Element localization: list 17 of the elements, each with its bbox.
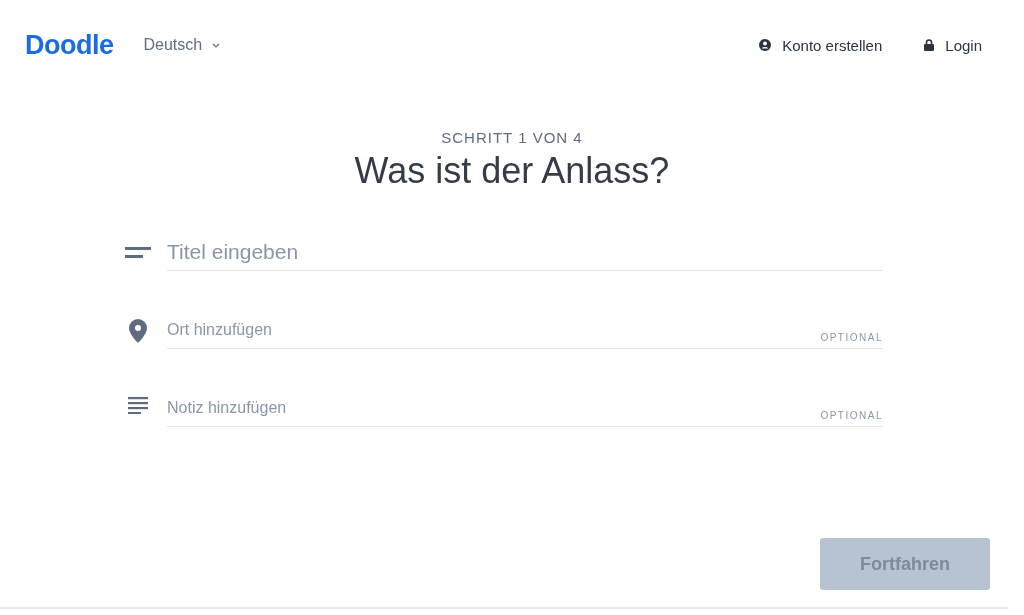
step-label: SCHRITT 1 VON 4 <box>441 129 583 146</box>
login-link[interactable]: Login <box>924 36 982 54</box>
optional-label: OPTIONAL <box>820 332 883 343</box>
account-icon <box>759 39 772 51</box>
location-field[interactable]: Ort hinzufügen <box>167 313 821 348</box>
optional-label: OPTIONAL <box>820 410 883 421</box>
text-lines-icon <box>128 397 148 414</box>
logo[interactable]: Doodle <box>25 29 114 61</box>
page-heading: Was ist der Anlass? <box>354 150 670 192</box>
lock-icon <box>924 39 935 51</box>
short-lines-icon <box>125 246 151 259</box>
create-account-link[interactable]: Konto erstellen <box>759 36 883 54</box>
caret-icon <box>212 42 221 48</box>
title-field[interactable]: Titel eingeben <box>167 234 883 270</box>
language-selector[interactable]: Deutsch <box>143 34 221 56</box>
note-field[interactable]: Notiz hinzufügen <box>167 391 821 426</box>
map-pin-icon <box>129 319 147 343</box>
